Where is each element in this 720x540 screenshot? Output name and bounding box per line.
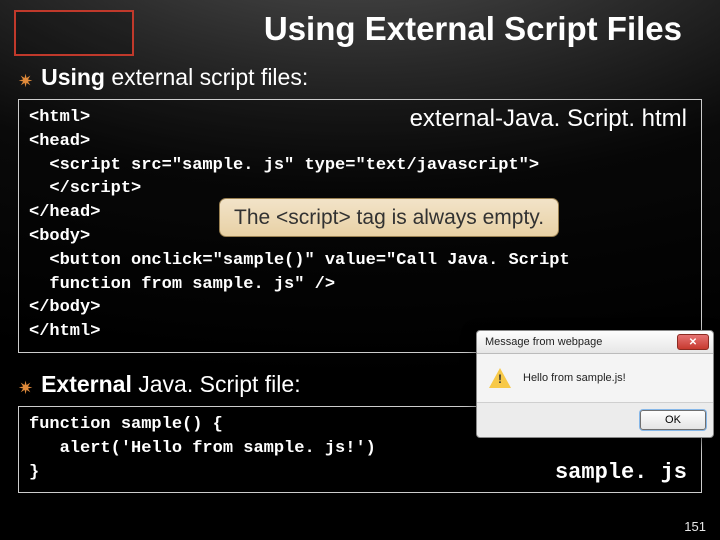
bullet-1-rest: external script files: bbox=[105, 64, 308, 90]
slide-title: Using External Script Files bbox=[0, 10, 700, 48]
bullet-icon: ✷ bbox=[18, 72, 33, 90]
dialog-title: Message from webpage bbox=[485, 336, 602, 348]
bullet-2-text: External Java. Script file: bbox=[41, 371, 301, 398]
code-label-html: external-Java. Script. html bbox=[410, 102, 687, 136]
alert-dialog: Message from webpage ✕ Hello from sample… bbox=[476, 330, 714, 438]
dialog-body: Hello from sample.js! bbox=[477, 354, 713, 402]
ok-button[interactable]: OK bbox=[640, 410, 706, 430]
bullet-1-bold: Using bbox=[41, 64, 105, 90]
dialog-titlebar: Message from webpage ✕ bbox=[477, 331, 713, 354]
warning-icon bbox=[489, 368, 511, 388]
code-label-js: sample. js bbox=[555, 458, 687, 489]
slide: Using External Script Files ✷ Using exte… bbox=[0, 0, 720, 540]
close-button[interactable]: ✕ bbox=[677, 334, 709, 350]
bullet-1: ✷ Using external script files: bbox=[18, 64, 702, 91]
bullet-icon: ✷ bbox=[18, 379, 33, 397]
bullet-1-text: Using external script files: bbox=[41, 64, 308, 91]
close-icon: ✕ bbox=[689, 337, 697, 348]
bullet-2-rest: Java. Script file: bbox=[132, 371, 301, 397]
dialog-footer: OK bbox=[477, 402, 713, 437]
page-number: 151 bbox=[684, 519, 706, 534]
callout-badge: The <script> tag is always empty. bbox=[219, 198, 559, 237]
dialog-message: Hello from sample.js! bbox=[523, 372, 626, 384]
code-box-html: external-Java. Script. html <html> <head… bbox=[18, 99, 702, 353]
bullet-2-bold: External bbox=[41, 371, 132, 397]
